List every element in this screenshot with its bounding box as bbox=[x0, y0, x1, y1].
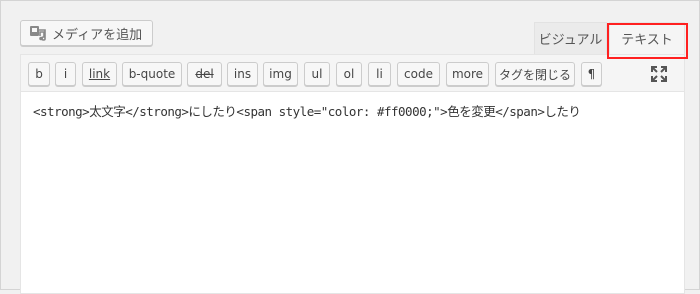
quicktag-code-button[interactable]: code bbox=[397, 62, 440, 86]
quicktag-del-button[interactable]: del bbox=[187, 62, 222, 86]
quicktag-label: img bbox=[269, 67, 292, 81]
add-media-label: メディアを追加 bbox=[52, 27, 143, 43]
tab-visual-label: ビジュアル bbox=[538, 33, 603, 48]
quicktag-ins-button[interactable]: ins bbox=[227, 62, 258, 86]
quicktag-label: ul bbox=[311, 67, 323, 81]
quicktag-label: ¶ bbox=[587, 67, 596, 81]
quicktag-label: ins bbox=[233, 67, 252, 81]
quicktag-label: del bbox=[195, 67, 214, 81]
quicktag-label: code bbox=[404, 67, 433, 81]
media-icon bbox=[29, 24, 47, 42]
editor-content[interactable]: <strong>太文字</strong>にしたり<span style="col… bbox=[33, 101, 674, 120]
tab-text[interactable]: テキスト bbox=[609, 22, 685, 54]
tab-text-label: テキスト bbox=[621, 33, 673, 48]
quicktag-label: i bbox=[63, 67, 68, 81]
fullscreen-icon bbox=[651, 66, 667, 82]
quicktag-li-button[interactable]: li bbox=[368, 62, 391, 86]
quicktags-toolbar: b i link b-quote del ins img ul ol li co… bbox=[21, 55, 684, 92]
quicktag-close-tags-button[interactable]: タグを閉じる bbox=[495, 62, 575, 86]
quicktag-label: li bbox=[376, 67, 383, 81]
quicktag-label: b-quote bbox=[128, 67, 176, 81]
quicktag-label: more bbox=[451, 67, 484, 81]
quicktag-ul-button[interactable]: ul bbox=[304, 62, 330, 86]
quicktag-label: b bbox=[35, 67, 43, 81]
quicktag-label: タグを閉じる bbox=[498, 67, 571, 82]
tab-visual[interactable]: ビジュアル bbox=[534, 22, 607, 54]
quicktag-paragraph-button[interactable]: ¶ bbox=[581, 62, 602, 86]
quicktag-link-button[interactable]: link bbox=[82, 62, 117, 86]
quicktag-b-button[interactable]: b bbox=[28, 62, 50, 86]
quicktag-more-button[interactable]: more bbox=[446, 62, 489, 86]
quicktag-i-button[interactable]: i bbox=[55, 62, 76, 86]
quicktag-img-button[interactable]: img bbox=[263, 62, 298, 86]
add-media-button[interactable]: メディアを追加 bbox=[20, 20, 154, 46]
quicktag-label: ol bbox=[343, 67, 355, 81]
fullscreen-button[interactable] bbox=[649, 64, 669, 84]
text-editor: b i link b-quote del ins img ul ol li co… bbox=[20, 54, 685, 294]
quicktag-ol-button[interactable]: ol bbox=[336, 62, 362, 86]
quicktag-label: link bbox=[88, 67, 111, 81]
quicktag-bquote-button[interactable]: b-quote bbox=[122, 62, 182, 86]
